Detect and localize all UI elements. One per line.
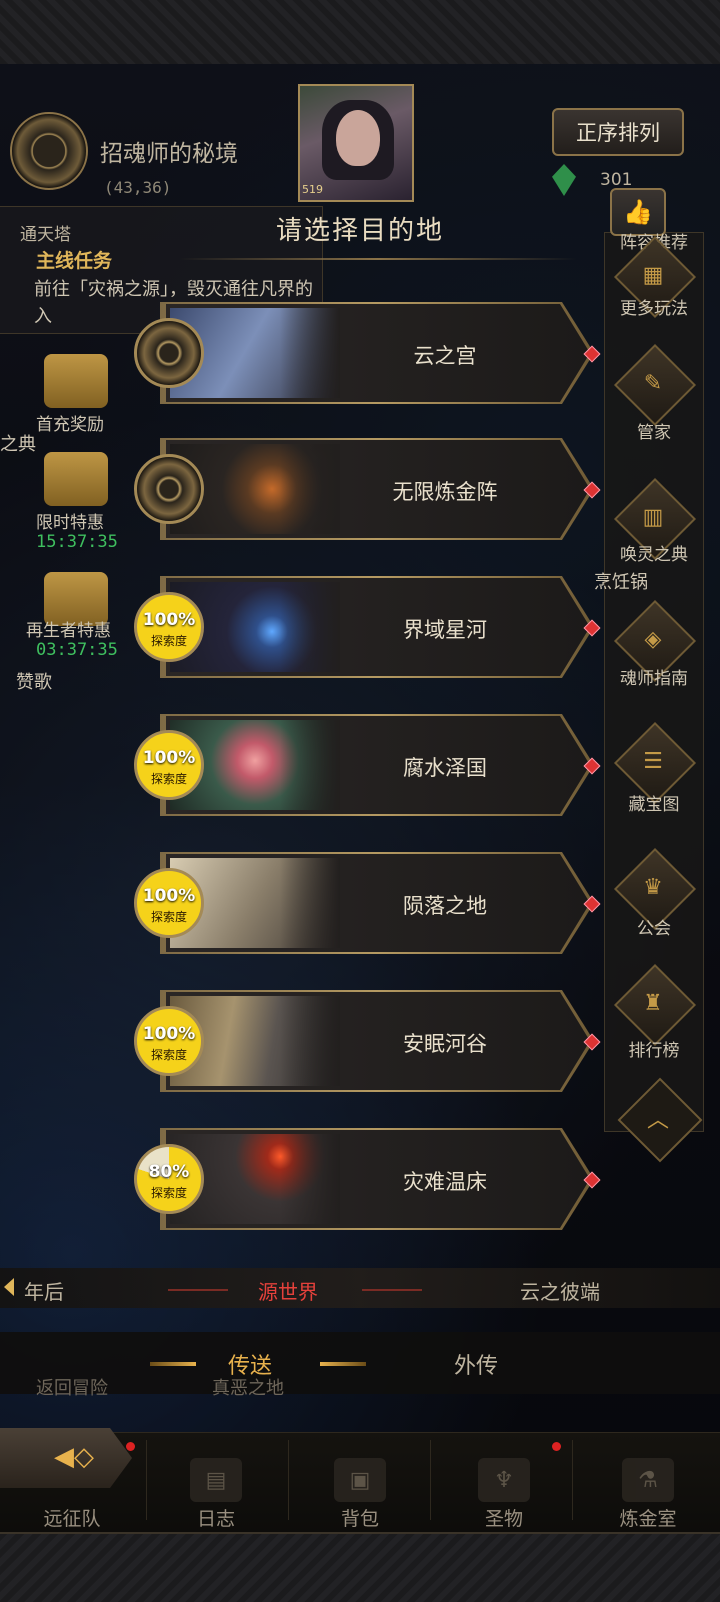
nav-notification-dot [552, 1442, 561, 1451]
nav-separator [572, 1440, 573, 1520]
scroll-log-icon[interactable]: ▤ [190, 1458, 242, 1502]
swirl-medal-icon [134, 318, 204, 388]
destination-name: 安眠河谷 [403, 1032, 487, 1056]
arrow-diamond-icon: ◀◇ [54, 1442, 94, 1472]
avatar-level: 519 [302, 183, 323, 196]
left-fragment-zange: 赞歌 [16, 672, 52, 693]
dialog-title-divider [180, 258, 576, 260]
bottom-decorative-band [0, 1532, 720, 1602]
world-tab-prev[interactable]: 年后 [24, 1276, 64, 1305]
limited-offer-timer: 15:37:35 [36, 532, 118, 552]
right-menu-label-guild[interactable]: 公会 [604, 914, 704, 939]
right-menu-label-treasure-map[interactable]: 藏宝图 [604, 790, 704, 815]
gem-count: 301 [600, 170, 633, 190]
exploration-percent: 100% [142, 886, 196, 906]
tab-ornament-left [168, 1289, 228, 1291]
exploration-label: 探索度 [150, 1186, 187, 1200]
quest-title: 主线任务 [36, 250, 113, 272]
destination-name: 陨落之地 [403, 894, 487, 918]
right-menu-label-guide[interactable]: 魂师指南 [604, 664, 704, 689]
swirl-medal-icon [134, 454, 204, 524]
relic-chalice-icon[interactable]: ♆ [478, 1458, 530, 1502]
nav-label-alchemy[interactable]: 炼金室 [598, 1504, 698, 1531]
right-menu-label-ranking[interactable]: 排行榜 [604, 1036, 704, 1061]
nav-notification-dot [126, 1442, 135, 1451]
sub-tab-ornament-right [320, 1362, 366, 1366]
nav-separator [430, 1440, 431, 1520]
destination-name: 界域星河 [403, 618, 487, 642]
dialog-title: 请选择目的地 [275, 216, 444, 246]
book-glyph-icon: ▥ [642, 504, 664, 530]
right-menu-label-steward[interactable]: 管家 [604, 418, 704, 443]
world-tab-next[interactable]: 云之彼端 [520, 1276, 600, 1305]
trophy-glyph-icon: ♜ [643, 990, 663, 1016]
exploration-label: 探索度 [150, 634, 187, 648]
shield-glyph-icon: ◈ [644, 626, 662, 652]
back-adventure-label[interactable]: 返回冒险 [36, 1374, 108, 1400]
nav-label-log[interactable]: 日志 [166, 1504, 266, 1531]
exploration-label: 探索度 [150, 1048, 187, 1062]
exploration-label: 探索度 [150, 910, 187, 924]
avatar[interactable]: 519 [298, 84, 414, 202]
tab-teleport[interactable]: 传送 [228, 1348, 272, 1380]
chevron-left-icon[interactable] [4, 1278, 14, 1296]
top-decorative-band [0, 0, 720, 66]
destination-name: 无限炼金阵 [392, 480, 498, 504]
destination-name: 云之宫 [413, 344, 477, 368]
right-menu-label-more-modes[interactable]: 更多玩法 [604, 294, 704, 319]
exploration-percent: 100% [142, 1024, 196, 1044]
destination-name: 灾难温床 [403, 1170, 487, 1194]
exploration-label: 探索度 [150, 772, 187, 786]
backpack-icon[interactable]: ▣ [334, 1458, 386, 1502]
avatar-face [336, 110, 380, 166]
reborn-offer-timer: 03:37:35 [36, 640, 118, 660]
first-charge-label: 首充奖励 [36, 415, 104, 435]
guild-glyph-icon: ♛ [643, 874, 663, 900]
destination-name: 腐水泽国 [403, 756, 487, 780]
sub-tab-ornament-left [150, 1362, 196, 1366]
right-fragment-pengren: 烹饪锅 [594, 572, 648, 593]
exploration-percent: 100% [142, 610, 196, 630]
chevron-up-icon: ︿ [646, 1108, 669, 1133]
sort-button[interactable]: 正序排列 [552, 108, 684, 156]
limited-offer-label: 限时特惠 [36, 513, 104, 533]
map-title: 招魂师的秘境 [100, 141, 238, 167]
first-charge-gift-icon[interactable] [44, 354, 108, 408]
tab-ornament-right [362, 1289, 422, 1291]
exploration-percent: 100% [142, 748, 196, 768]
exploration-percent: 80% [148, 1162, 190, 1182]
alchemy-flask-icon[interactable]: ⚗ [622, 1458, 674, 1502]
world-tab-current[interactable]: 源世界 [258, 1276, 318, 1305]
map-coordinates: (43,36) [104, 178, 172, 197]
nav-label-expedition[interactable]: 远征队 [22, 1504, 122, 1531]
quest-tower-label: 通天塔 [20, 225, 71, 245]
left-fragment-dian: 之典 [0, 434, 36, 455]
reborn-offer-label: 再生者特惠 [26, 621, 111, 641]
right-menu-label-codex[interactable]: 唤灵之典 [604, 540, 704, 565]
nav-separator [146, 1440, 147, 1520]
tab-side-story[interactable]: 外传 [454, 1348, 498, 1380]
gift-glyph-icon: ▦ [642, 262, 664, 288]
world-tab-strip [0, 1268, 720, 1308]
map-emblem-icon[interactable] [10, 112, 88, 190]
nav-label-backpack[interactable]: 背包 [310, 1504, 410, 1531]
limited-offer-box-icon[interactable] [44, 452, 108, 506]
nav-separator [288, 1440, 289, 1520]
nav-label-relics[interactable]: 圣物 [454, 1504, 554, 1531]
map-glyph-icon: ☰ [643, 748, 663, 774]
quill-glyph-icon: ✎ [643, 370, 663, 396]
